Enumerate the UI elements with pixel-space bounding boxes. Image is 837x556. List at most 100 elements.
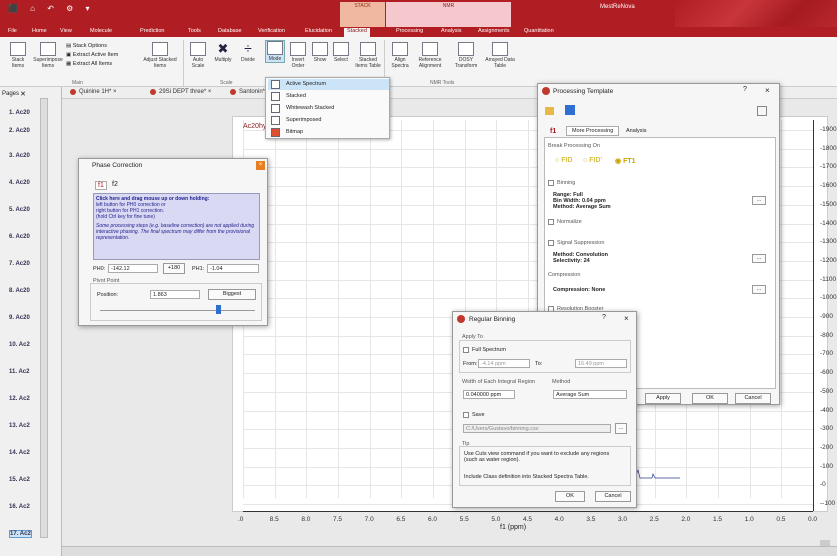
- menu-item-active-spectrum[interactable]: Active Spectrum: [268, 79, 389, 90]
- quick-access-toolbar[interactable]: ⬛ ⌂ ↶ ⚙ ▾: [8, 4, 95, 13]
- page-thumb[interactable]: 12. Ac2: [9, 396, 30, 402]
- select-button[interactable]: Select: [331, 42, 351, 63]
- tab-f1[interactable]: f1: [95, 181, 107, 190]
- suppression-options-button[interactable]: ...: [752, 254, 766, 263]
- tab-file[interactable]: File: [8, 28, 17, 34]
- page-thumb[interactable]: 3. Ac20: [9, 153, 30, 159]
- radio-ft1[interactable]: ◉ FT1: [615, 157, 636, 165]
- to-input[interactable]: 16.49 ppm: [575, 359, 627, 368]
- tab-tools[interactable]: Tools: [188, 28, 201, 34]
- align-spectra-button[interactable]: Align Spectra: [388, 42, 412, 69]
- multiply-button[interactable]: ✖ Multiply: [211, 42, 235, 63]
- radio-fid[interactable]: ○ FID: [555, 157, 572, 164]
- invert-order-button[interactable]: Invert Order: [288, 42, 308, 69]
- page-thumb[interactable]: 10. Ac2: [9, 342, 30, 348]
- tab-elucidation[interactable]: Elucidation: [305, 28, 332, 34]
- tab-prediction[interactable]: Prediction: [140, 28, 164, 34]
- page-thumb[interactable]: 2. Ac20: [9, 128, 30, 134]
- pivot-slider-track[interactable]: [100, 310, 255, 311]
- save-checkbox[interactable]: [463, 412, 469, 418]
- superimpose-items-button[interactable]: Superimpose Items: [33, 42, 63, 69]
- page-thumb[interactable]: 6. Ac20: [9, 234, 30, 240]
- cancel-button[interactable]: Cancel: [595, 491, 631, 502]
- divide-button[interactable]: ÷ Divide: [236, 41, 260, 63]
- page-thumb[interactable]: 8. Ac20: [9, 288, 30, 294]
- doc-tab[interactable]: 29Si DEPT three* ×: [150, 89, 211, 95]
- tab-quantitation[interactable]: Quantitation: [524, 28, 554, 34]
- tab-processing[interactable]: Processing: [396, 28, 423, 34]
- dosy-transform-button[interactable]: DOSY Transform: [452, 42, 480, 69]
- biggest-button[interactable]: Biggest: [208, 289, 256, 300]
- binning-checkbox[interactable]: [548, 180, 554, 186]
- browse-button[interactable]: ...: [615, 423, 627, 434]
- ok-button[interactable]: OK: [692, 393, 728, 404]
- page-thumb[interactable]: 17. Ac2: [9, 530, 32, 538]
- page-thumb[interactable]: 11. Ac2: [9, 369, 29, 375]
- page-thumb[interactable]: 16. Ac2: [9, 504, 30, 510]
- tab-verification[interactable]: Verification: [258, 28, 285, 34]
- page-thumb[interactable]: 1. Ac20: [9, 110, 30, 116]
- page-thumb[interactable]: 13. Ac2: [9, 423, 30, 429]
- page-thumb[interactable]: 14. Ac2: [9, 450, 30, 456]
- stack-options-button[interactable]: ▤ Stack Options: [66, 42, 136, 51]
- menu-item-stacked[interactable]: Stacked: [268, 91, 389, 102]
- open-folder-icon[interactable]: [545, 107, 554, 115]
- tab-home[interactable]: Home: [32, 28, 47, 34]
- page-thumb[interactable]: 4. Ac20: [9, 180, 30, 186]
- binning-options-button[interactable]: ...: [752, 196, 766, 205]
- tab-assignments[interactable]: Assignments: [478, 28, 510, 34]
- tab-analysis[interactable]: Analysis: [441, 28, 461, 34]
- stack-items-button[interactable]: Stack Items: [6, 42, 30, 69]
- tab-molecule[interactable]: Molecule: [90, 28, 112, 34]
- position-input[interactable]: 1.863: [150, 290, 200, 299]
- save-path-input[interactable]: C:/Users/Gustavo/binning.csv: [463, 424, 611, 433]
- close-icon[interactable]: ×: [624, 314, 629, 323]
- compression-options-button[interactable]: ...: [752, 285, 766, 294]
- plus180-button[interactable]: +180: [163, 263, 185, 274]
- extract-all-button[interactable]: ▦ Extract All Items: [66, 60, 136, 69]
- menu-item-whitewash-stacked[interactable]: Whitewash Stacked: [268, 103, 389, 114]
- apply-button[interactable]: Apply: [645, 393, 681, 404]
- page-thumb[interactable]: 9. Ac20: [9, 315, 30, 321]
- method-select[interactable]: Average Sum: [553, 390, 627, 399]
- normalize-checkbox[interactable]: [548, 219, 554, 225]
- save-icon[interactable]: [565, 105, 575, 115]
- mode-button[interactable]: Mode: [265, 40, 285, 63]
- ph0-input[interactable]: -142.12: [108, 264, 158, 273]
- arrayed-data-table-button[interactable]: Arrayed Data Table: [484, 42, 516, 69]
- tab-analysis[interactable]: Analysis: [626, 128, 646, 134]
- tab-stacked[interactable]: Stacked: [344, 28, 370, 37]
- tab-database[interactable]: Database: [218, 28, 242, 34]
- close-icon[interactable]: ×: [765, 86, 770, 95]
- auto-scale-button[interactable]: Auto Scale: [186, 42, 210, 69]
- close-icon[interactable]: ×: [256, 161, 265, 170]
- tab-f2[interactable]: f2: [110, 181, 120, 188]
- menu-item-superimposed[interactable]: Superimposed: [268, 115, 389, 126]
- help-icon[interactable]: ?: [743, 86, 747, 93]
- radio-fid2[interactable]: ○ FID': [583, 157, 602, 164]
- width-input[interactable]: 0.040000 ppm: [463, 390, 515, 399]
- pages-scrollbar[interactable]: [40, 98, 48, 538]
- signal-suppression-checkbox[interactable]: [548, 240, 554, 246]
- help-icon[interactable]: ?: [602, 314, 606, 321]
- page-thumb[interactable]: 5. Ac20: [9, 207, 30, 213]
- page-thumb[interactable]: 15. Ac2: [9, 477, 30, 483]
- pin-icon[interactable]: 🗙: [21, 91, 26, 97]
- template-menu-icon[interactable]: [757, 106, 767, 116]
- menu-item-bitmap[interactable]: Bitmap: [268, 127, 389, 138]
- stacked-items-table-button[interactable]: Stacked Items Table: [354, 42, 382, 69]
- tab-more-processing[interactable]: More Processing: [566, 126, 620, 136]
- ok-button[interactable]: OK: [555, 491, 585, 502]
- tab-f1[interactable]: f1: [550, 128, 556, 135]
- phase-drag-area[interactable]: Click here and drag mouse up or down hol…: [93, 193, 260, 260]
- show-button[interactable]: Show: [310, 42, 330, 63]
- adjust-stacked-button[interactable]: Adjust Stacked Items: [143, 42, 177, 69]
- extract-active-button[interactable]: ▣ Extract Active Item: [66, 51, 136, 60]
- page-thumb[interactable]: 7. Ac20: [9, 261, 30, 267]
- doc-tab[interactable]: Quinine 1H* ×: [70, 89, 117, 95]
- tab-view[interactable]: View: [60, 28, 72, 34]
- from-input[interactable]: -4.14 ppm: [478, 359, 530, 368]
- reference-alignment-button[interactable]: Reference Alignment: [414, 42, 446, 69]
- full-spectrum-checkbox[interactable]: [463, 347, 469, 353]
- ph1-input[interactable]: -1.04: [207, 264, 259, 273]
